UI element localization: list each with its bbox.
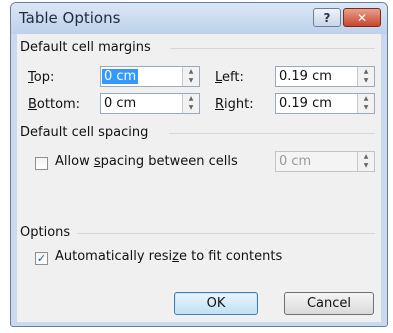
table-options-dialog: Table Options ? ✕ Default cell margins T… — [10, 2, 388, 327]
help-button[interactable]: ? — [313, 8, 341, 27]
separator — [169, 133, 375, 134]
left-margin-spinner[interactable]: ▲ ▼ — [357, 67, 374, 86]
spin-up-icon[interactable]: ▲ — [358, 67, 374, 76]
top-margin-value: 0 cm — [102, 69, 139, 84]
dialog-title: Table Options — [19, 9, 121, 27]
bottom-label: Bottom: — [28, 97, 81, 112]
ok-button[interactable]: OK — [174, 292, 258, 315]
autoresize-checkbox[interactable]: ✓ — [35, 252, 48, 265]
bottom-margin-spinner[interactable]: ▲ ▼ — [182, 94, 199, 113]
left-label: Left: — [215, 70, 244, 85]
spin-up-icon[interactable]: ▲ — [358, 94, 374, 103]
allow-spacing-label[interactable]: Allow spacing between cells — [55, 154, 238, 169]
spin-down-icon[interactable]: ▼ — [358, 103, 374, 112]
section-title-spacing: Default cell spacing — [20, 125, 149, 140]
separator — [77, 233, 375, 234]
spacing-spinner[interactable]: ▲ ▼ — [357, 152, 374, 171]
top-label: Top: — [28, 70, 55, 85]
bottom-margin-field[interactable]: 0 cm ▲ ▼ — [100, 93, 200, 114]
checkmark-icon: ✓ — [36, 252, 47, 265]
left-margin-field[interactable]: 0.19 cm ▲ ▼ — [275, 66, 375, 87]
separator — [170, 48, 375, 49]
section-title-margins: Default cell margins — [20, 40, 151, 55]
right-margin-spinner[interactable]: ▲ ▼ — [357, 94, 374, 113]
cancel-button[interactable]: Cancel — [284, 292, 374, 315]
spin-down-icon[interactable]: ▼ — [358, 161, 374, 170]
top-margin-spinner[interactable]: ▲ ▼ — [182, 67, 199, 86]
right-margin-value: 0.19 cm — [279, 96, 332, 111]
spin-down-icon[interactable]: ▼ — [183, 76, 199, 85]
spin-down-icon[interactable]: ▼ — [358, 76, 374, 85]
close-icon: ✕ — [356, 10, 368, 25]
bottom-margin-value: 0 cm — [104, 96, 137, 111]
allow-spacing-checkbox[interactable] — [35, 157, 48, 170]
spin-up-icon[interactable]: ▲ — [358, 152, 374, 161]
close-button[interactable]: ✕ — [343, 8, 381, 27]
spacing-value: 0 cm — [279, 154, 312, 169]
right-margin-field[interactable]: 0.19 cm ▲ ▼ — [275, 93, 375, 114]
autoresize-label[interactable]: Automatically resize to fit contents — [55, 249, 282, 264]
left-margin-value: 0.19 cm — [279, 69, 332, 84]
spin-up-icon[interactable]: ▲ — [183, 67, 199, 76]
spin-up-icon[interactable]: ▲ — [183, 94, 199, 103]
title-bar[interactable]: Table Options ? ✕ — [11, 3, 387, 34]
help-icon: ? — [323, 10, 331, 25]
spin-down-icon[interactable]: ▼ — [183, 103, 199, 112]
right-label: Right: — [215, 97, 254, 112]
section-title-options: Options — [20, 225, 71, 240]
dialog-body: Default cell margins Top: 0 cm ▲ ▼ Left: … — [17, 34, 381, 322]
spacing-field[interactable]: 0 cm ▲ ▼ — [275, 151, 375, 172]
top-margin-field[interactable]: 0 cm ▲ ▼ — [100, 66, 200, 87]
